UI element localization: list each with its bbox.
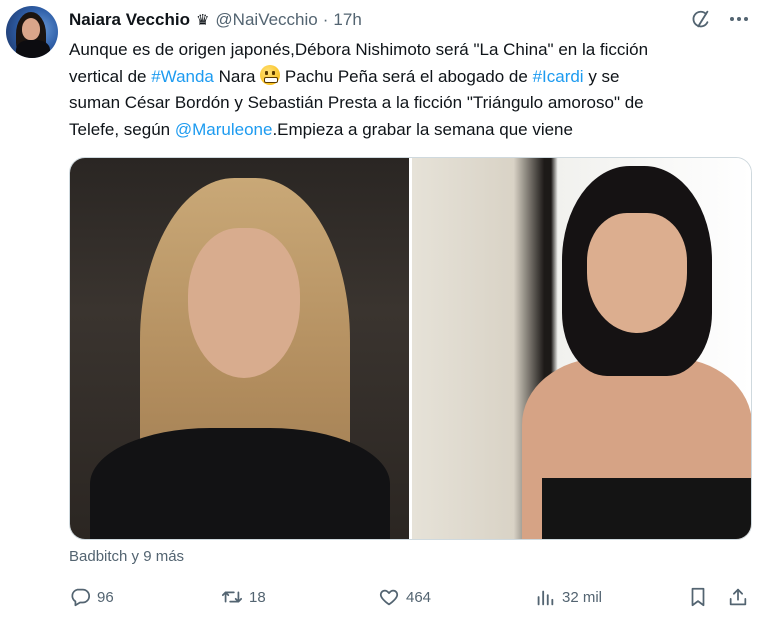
- bookmark-icon: [691, 587, 705, 607]
- photo-face-shape: [188, 228, 300, 378]
- photo-body-shape: [90, 428, 390, 539]
- tweet-line: Aunque es de origen japonés,Débora Nishi…: [69, 37, 749, 64]
- tweet-text-span: Aunque es de origen japonés,Débora Nishi…: [69, 40, 649, 59]
- tweet-text-span: .Empieza a grabar la semana que viene: [272, 119, 573, 139]
- grimacing-face-emoji-icon: [260, 64, 281, 85]
- bookmark-button[interactable]: [687, 583, 709, 611]
- grok-icon[interactable]: [690, 8, 712, 30]
- timestamp[interactable]: 17h: [333, 10, 361, 30]
- reply-button[interactable]: 96: [69, 583, 114, 611]
- like-count: 464: [406, 588, 432, 606]
- tweet-text: Aunque es de origen japonés,Débora Nishi…: [69, 37, 749, 143]
- photo-dress-shape: [542, 478, 751, 539]
- more-icon[interactable]: [727, 8, 751, 30]
- views-icon: [537, 590, 554, 606]
- tweet-line: vertical de #Wanda Nara Pachu Peña será …: [69, 64, 749, 91]
- action-bar: 96 18 464 32 mil: [69, 583, 751, 611]
- tweet-text-span: Telefe, según: [69, 119, 175, 139]
- avatar[interactable]: [6, 6, 58, 58]
- photo-face-shape: [587, 213, 687, 333]
- photo-right[interactable]: [412, 158, 751, 539]
- tweet-line: suman César Bordón y Sebastián Presta a …: [69, 90, 749, 117]
- tweet-header: Naiara Vecchio ♛ @NaiVecchio · 17h: [69, 8, 362, 32]
- mention-maruleone-link[interactable]: @Maruleone: [175, 120, 273, 139]
- author-handle[interactable]: @NaiVecchio: [215, 10, 317, 30]
- crown-badge-icon: ♛: [195, 12, 210, 29]
- reply-icon: [71, 588, 91, 607]
- more-dot: [737, 17, 741, 21]
- more-dot: [744, 17, 748, 21]
- avatar-face: [22, 18, 40, 40]
- avatar-body: [16, 40, 50, 58]
- tweet-line: Telefe, según @Maruleone.Empieza a graba…: [69, 117, 749, 144]
- tweet-text-span: suman César Bordón y Sebastián Presta a …: [69, 93, 644, 112]
- like-icon: [379, 589, 399, 606]
- retweet-icon: [221, 591, 243, 603]
- tweet-text-span: y se: [583, 66, 620, 86]
- retweet-count: 18: [249, 588, 266, 606]
- author-name[interactable]: Naiara Vecchio: [69, 10, 190, 30]
- views-count: 32 mil: [562, 588, 603, 606]
- retweet-button[interactable]: 18: [221, 583, 266, 611]
- share-button[interactable]: [727, 583, 749, 611]
- photo-left[interactable]: [70, 158, 409, 539]
- like-button[interactable]: 464: [378, 583, 431, 611]
- tweet-media: [69, 157, 752, 540]
- tweet-text-span: Pachu Peña será el abogado de: [280, 66, 533, 86]
- views-button[interactable]: 32 mil: [534, 583, 602, 611]
- more-dot: [730, 17, 734, 21]
- hashtag-icardi-link[interactable]: #Icardi: [533, 67, 584, 86]
- tweet-text-span: vertical de: [69, 66, 152, 86]
- separator-dot: ·: [322, 10, 329, 29]
- hashtag-wanda-link[interactable]: #Wanda: [151, 67, 214, 86]
- liked-by-text[interactable]: Badbitch y 9 más: [69, 548, 184, 565]
- tweet-text-span: Nara: [213, 66, 261, 86]
- share-icon: [729, 588, 747, 606]
- reply-count: 96: [97, 588, 114, 606]
